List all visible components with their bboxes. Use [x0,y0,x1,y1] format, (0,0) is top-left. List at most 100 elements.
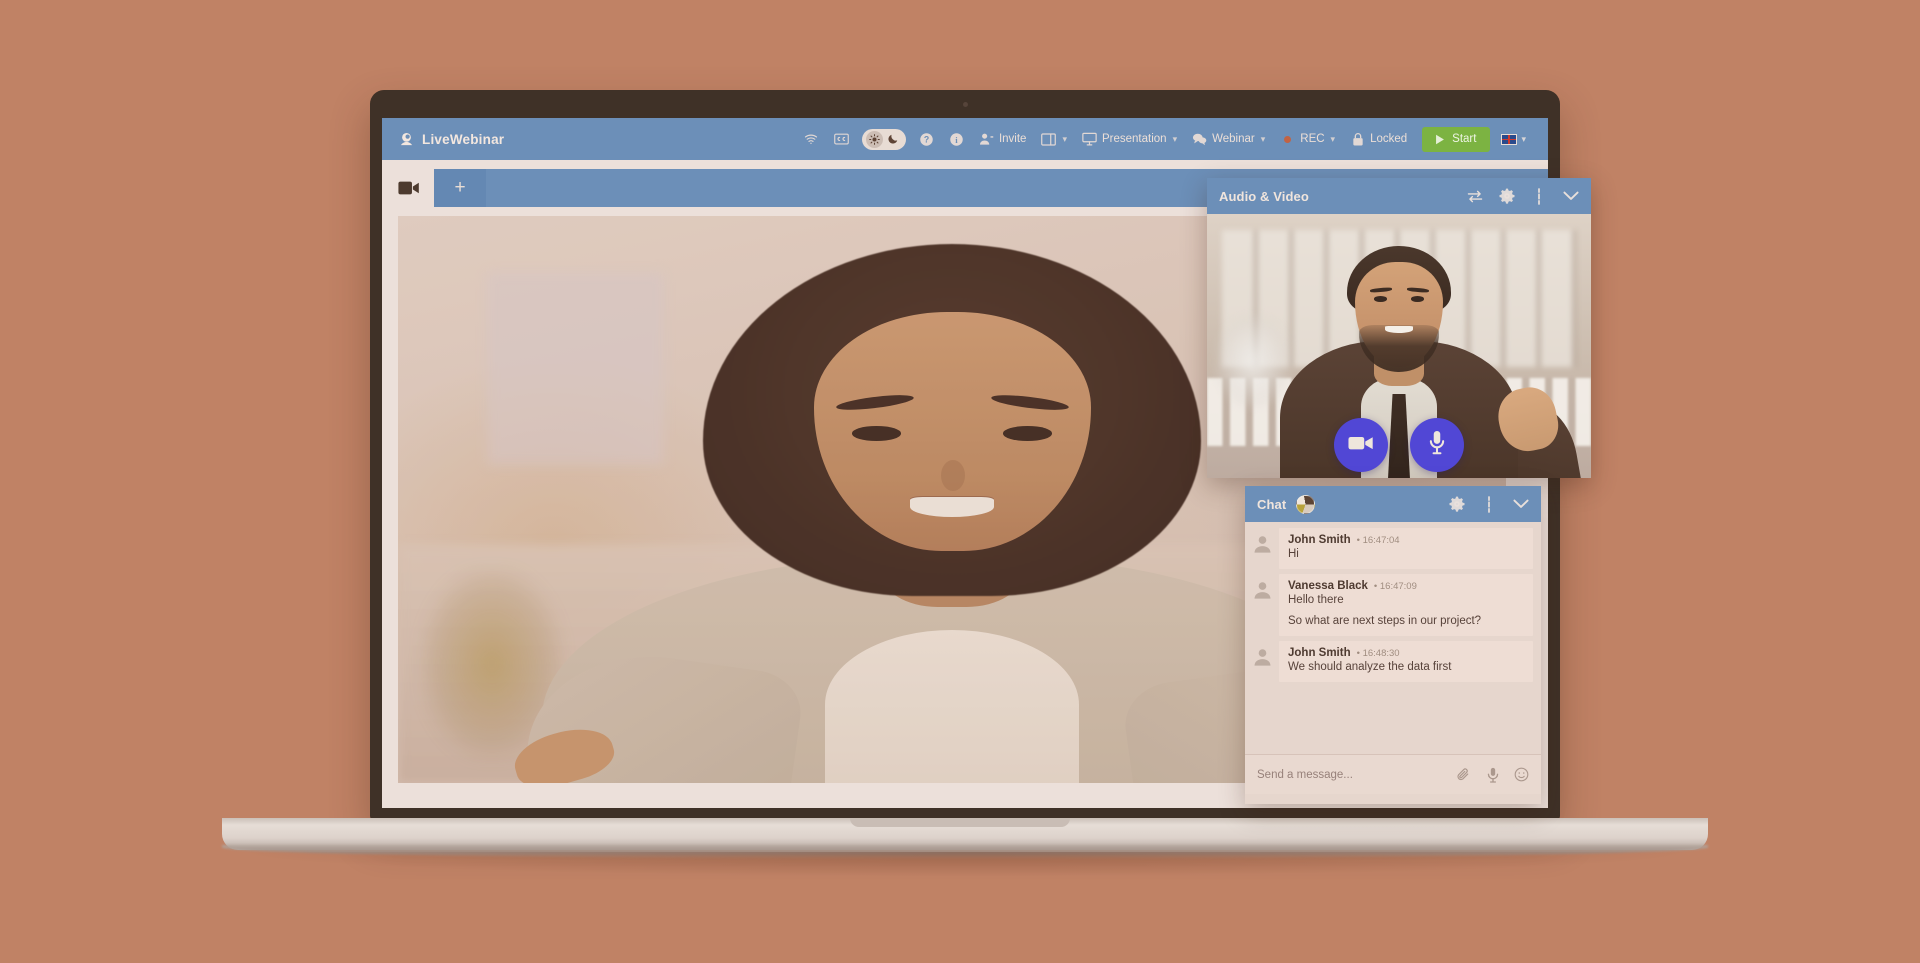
audio-video-panel[interactable]: Audio & Video [1207,178,1591,478]
chat-room-avatar[interactable] [1296,494,1316,514]
more-vertical-icon[interactable] [1531,187,1547,205]
chat-meta: John Smith 16:48:30 [1288,647,1524,659]
laptop-base-notch [850,818,1070,827]
presenter-smile [909,496,995,518]
presentation-button[interactable]: Presentation ▾ [1076,128,1183,151]
swap-arrows-icon[interactable] [1467,188,1483,204]
chat-timestamp: 16:48:30 [1357,648,1400,659]
brand-logo[interactable]: LiveWebinar [398,131,504,148]
chat-input-actions [1456,767,1529,783]
closed-caption-icon [834,132,849,147]
list-item: Vanessa Black 16:47:09 Hello there So wh… [1253,573,1533,637]
audio-video-feed[interactable] [1207,214,1591,478]
chat-meta: John Smith 16:47:04 [1288,534,1524,546]
sun-icon [865,130,883,148]
wifi-button[interactable] [798,128,825,151]
layout-icon [1041,132,1057,147]
chevron-down-icon[interactable] [1513,496,1529,512]
audio-video-panel-title: Audio & Video [1219,188,1309,204]
chat-bubbles-icon [1192,132,1207,147]
chat-panel-actions [1449,495,1529,513]
microphone-icon [1428,430,1446,460]
chevron-down-icon: ▾ [1062,133,1067,144]
wifi-icon [804,132,819,147]
presenter-shirt [824,629,1080,783]
closed-caption-button[interactable] [828,128,855,151]
chat-message-list[interactable]: John Smith 16:47:04 Hi Vanessa Black 16 [1245,522,1541,754]
help-icon: ? [919,132,934,147]
gear-icon[interactable] [1499,188,1515,204]
more-vertical-icon[interactable] [1481,495,1497,513]
chevron-down-icon: ▾ [1521,133,1526,144]
chat-input-row [1245,754,1541,794]
svg-text:?: ? [924,134,929,144]
chat-timestamp: 16:47:09 [1374,581,1417,592]
chat-panel-footer [1245,794,1541,804]
invite-person-icon [979,132,994,147]
chat-panel-header: Chat [1245,486,1541,522]
avatar [1253,647,1272,666]
emoji-smiley-icon[interactable] [1514,767,1529,782]
chat-meta: Vanessa Black 16:47:09 [1288,580,1524,592]
chat-text: We should analyze the data first [1288,661,1452,674]
chevron-down-icon: ▾ [1260,133,1266,144]
laptop-drop-shadow [250,852,1680,876]
layout-button[interactable]: ▾ [1035,128,1073,151]
lock-icon [1350,132,1365,147]
presentation-label: Presentation [1102,133,1167,145]
list-item: John Smith 16:47:04 Hi [1253,528,1533,569]
invite-button[interactable]: Invite [973,128,1033,151]
info-button[interactable]: i [943,128,970,151]
chevron-down-icon: ▾ [1172,133,1178,144]
av-background-plant [1214,314,1292,410]
topbar-tools: ? i Invite ▾ Presentation ▾ Webinar ▾ RE… [798,126,1526,152]
chat-text: Hello there [1288,593,1344,606]
guest-eye-right [1410,295,1425,302]
start-button[interactable]: Start [1422,126,1491,152]
theme-toggle-switch[interactable] [861,128,906,150]
presenter-eye-right [1002,425,1052,441]
webinar-button[interactable]: Webinar ▾ [1186,128,1271,151]
laptop-device: LiveWebinar ? i Invite ▾ Presentation ▾ … [0,0,1920,963]
audio-video-panel-actions [1467,187,1579,205]
presentation-screen-icon [1082,132,1097,147]
chat-timestamp: 16:47:04 [1357,535,1400,546]
chat-text: So what are next steps in our project? [1288,615,1482,628]
video-camera-icon[interactable] [398,180,420,196]
app-topbar: LiveWebinar ? i Invite ▾ Presentation ▾ … [382,118,1548,160]
camera-toggle-button[interactable] [1334,418,1388,472]
help-button[interactable]: ? [913,128,940,151]
audio-video-panel-header: Audio & Video [1207,178,1591,214]
moon-icon [885,131,902,148]
lock-button[interactable]: Locked [1344,128,1413,151]
background-picture-frame [486,272,664,466]
laptop-webcam-icon [962,102,968,107]
gear-icon[interactable] [1449,496,1465,512]
guest-smile [1385,326,1413,334]
chat-bubble: Vanessa Black 16:47:09 Hello there So wh… [1279,573,1533,637]
record-button[interactable]: REC ▾ [1274,128,1341,151]
guest-eye-left [1373,295,1388,302]
chevron-down-icon[interactable] [1563,188,1579,204]
chat-text: Hi [1288,548,1299,560]
brand-name: LiveWebinar [422,131,505,147]
language-selector[interactable]: ▾ [1501,133,1526,145]
invite-label: Invite [998,133,1027,145]
add-tab-button[interactable]: + [434,169,486,207]
play-icon [1432,132,1447,147]
list-item: John Smith 16:48:30 We should analyze th… [1253,641,1533,682]
svg-text:i: i [955,134,958,144]
webinar-label: Webinar [1212,133,1255,145]
info-icon: i [949,132,964,147]
uk-flag-icon [1501,133,1518,145]
avatar [1253,580,1272,599]
presenter-eye-left [852,425,902,441]
attachment-paperclip-icon[interactable] [1456,767,1471,782]
chat-panel[interactable]: Chat John Smith • 16:47:04 Hi Vanessa Bl… [1245,486,1541,804]
chat-bubble: John Smith 16:47:04 Hi [1279,528,1533,569]
microphone-icon[interactable] [1485,767,1500,783]
record-dot-icon [1280,132,1295,147]
microphone-toggle-button[interactable] [1410,418,1464,472]
rec-label: REC [1300,133,1325,145]
chat-message-input[interactable] [1257,768,1456,781]
